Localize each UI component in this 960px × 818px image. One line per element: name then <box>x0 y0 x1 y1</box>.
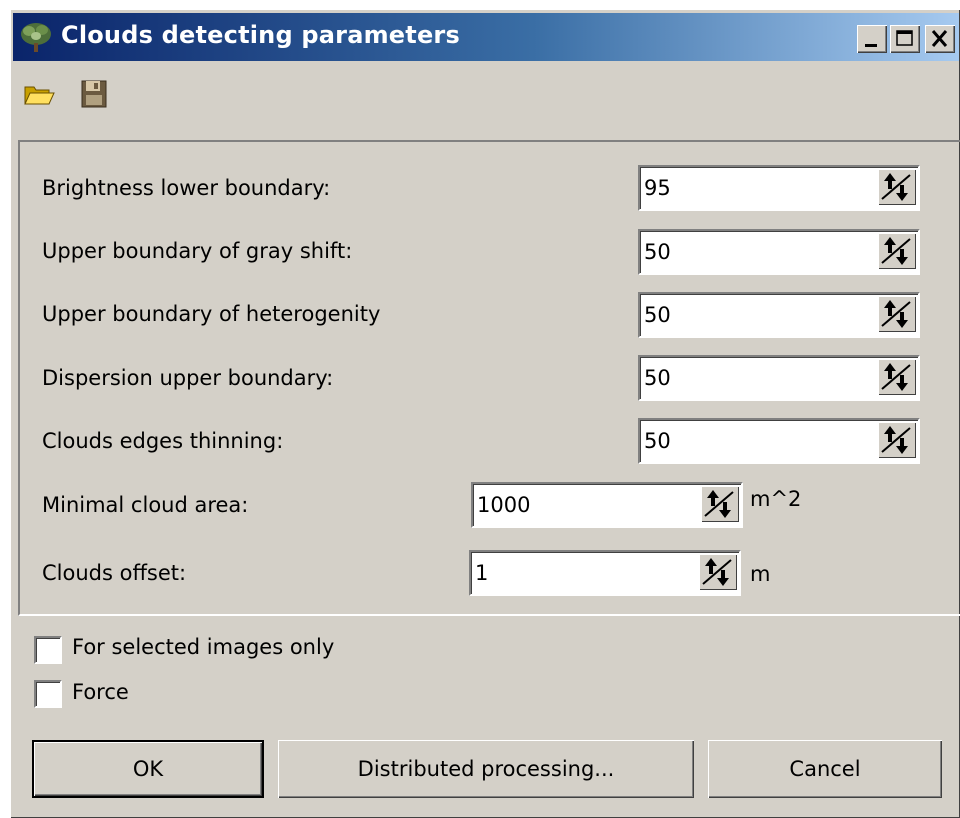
heterogenity-value[interactable]: 50 <box>644 303 671 327</box>
heterogenity-spin-buttons[interactable] <box>878 296 916 332</box>
open-button[interactable] <box>22 77 56 111</box>
maximize-icon <box>896 30 913 46</box>
spin-arrows-icon <box>881 426 911 454</box>
title-bar[interactable]: Clouds detecting parameters <box>13 13 959 61</box>
offset-unit: m <box>750 562 771 586</box>
gray-shift-label: Upper boundary of gray shift: <box>42 239 353 263</box>
window-title: Clouds detecting parameters <box>61 21 460 49</box>
heterogenity-label: Upper boundary of heterogenity <box>42 302 381 326</box>
edges-thinning-spinbox[interactable]: 50 <box>638 418 920 464</box>
ok-button[interactable]: OK <box>32 740 264 798</box>
min-area-spin-buttons[interactable] <box>701 486 739 522</box>
maximize-button[interactable] <box>890 25 920 53</box>
edges-thinning-spin-buttons[interactable] <box>878 422 916 458</box>
cancel-button[interactable]: Cancel <box>708 740 942 798</box>
min-area-spinbox[interactable]: 1000 <box>471 482 743 528</box>
spin-arrows-icon <box>881 237 911 265</box>
brightness-spin-buttons[interactable] <box>878 169 916 205</box>
brightness-label: Brightness lower boundary: <box>42 176 331 200</box>
offset-spin-buttons[interactable] <box>699 554 737 590</box>
brightness-spinbox[interactable]: 95 <box>638 165 920 211</box>
spin-arrows-icon <box>881 173 911 201</box>
spin-arrows-icon <box>704 490 734 518</box>
minimize-icon <box>865 44 877 47</box>
dispersion-spin-buttons[interactable] <box>878 359 916 395</box>
close-icon <box>931 30 948 47</box>
min-area-unit: m^2 <box>750 487 802 511</box>
heterogenity-spinbox[interactable]: 50 <box>638 292 920 338</box>
selected-only-checkbox[interactable] <box>34 636 62 664</box>
save-button[interactable] <box>78 77 112 111</box>
min-area-value[interactable]: 1000 <box>477 493 530 517</box>
edges-thinning-label: Clouds edges thinning: <box>42 429 284 453</box>
distributed-processing-button[interactable]: Distributed processing... <box>278 740 694 798</box>
dispersion-label: Dispersion upper boundary: <box>42 366 334 390</box>
min-area-label: Minimal cloud area: <box>42 493 249 517</box>
offset-spinbox[interactable]: 1 <box>469 550 741 596</box>
close-button[interactable] <box>925 25 955 53</box>
spin-arrows-icon <box>702 558 732 586</box>
gray-shift-value[interactable]: 50 <box>644 240 671 264</box>
brightness-value[interactable]: 95 <box>644 176 671 200</box>
dispersion-value[interactable]: 50 <box>644 366 671 390</box>
dialog-window: Clouds detecting parameters Brightness l… <box>10 9 960 818</box>
offset-value[interactable]: 1 <box>475 561 488 585</box>
gray-shift-spinbox[interactable]: 50 <box>638 229 920 275</box>
dispersion-spinbox[interactable]: 50 <box>638 355 920 401</box>
tree-icon <box>18 21 54 53</box>
save-disk-icon <box>81 80 107 108</box>
gray-shift-spin-buttons[interactable] <box>878 233 916 269</box>
open-folder-icon <box>24 86 55 105</box>
minimize-button[interactable] <box>857 25 887 53</box>
edges-thinning-value[interactable]: 50 <box>644 429 671 453</box>
spin-arrows-icon <box>881 363 911 391</box>
offset-label: Clouds offset: <box>42 561 187 585</box>
spin-arrows-icon <box>881 300 911 328</box>
force-label[interactable]: Force <box>72 680 129 704</box>
force-checkbox[interactable] <box>34 680 62 708</box>
selected-only-label[interactable]: For selected images only <box>72 635 334 659</box>
